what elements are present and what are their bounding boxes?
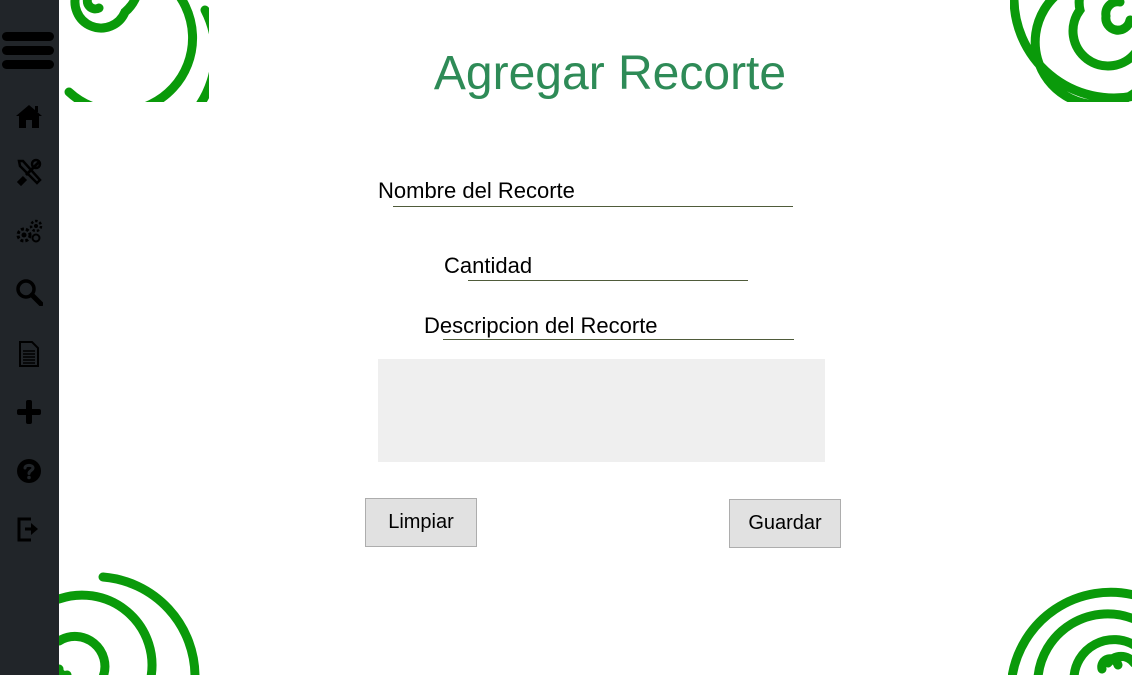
sidebar-item-tools[interactable] — [12, 155, 46, 189]
spiral-decoration-bottom-left — [59, 572, 200, 675]
help-icon — [17, 459, 41, 483]
spiral-decoration-top-left — [64, 0, 209, 102]
home-icon — [16, 105, 42, 128]
logout-icon — [17, 517, 38, 542]
nombre-input[interactable] — [393, 180, 793, 207]
limpiar-button[interactable]: Limpiar — [365, 498, 477, 547]
tools-icon — [16, 158, 42, 186]
sidebar-item-logout[interactable] — [12, 512, 46, 546]
hamburger-menu-icon[interactable] — [2, 30, 54, 72]
gears-icon — [16, 219, 43, 243]
sidebar-item-home[interactable] — [12, 99, 46, 133]
sidebar-item-settings[interactable] — [12, 214, 46, 248]
spiral-decoration-bottom-right — [1008, 587, 1132, 675]
app-window: Agregar Recorte Nombre del Recorte Canti… — [0, 0, 1132, 675]
cantidad-input[interactable] — [468, 254, 748, 281]
sidebar-item-search[interactable] — [12, 275, 46, 309]
descripcion-textarea[interactable] — [378, 359, 825, 462]
sidebar-item-document[interactable] — [12, 337, 46, 371]
document-icon — [19, 341, 39, 367]
guardar-button[interactable]: Guardar — [729, 499, 841, 548]
sidebar — [0, 0, 59, 675]
descripcion-input[interactable] — [443, 313, 794, 340]
sidebar-item-add[interactable] — [12, 395, 46, 429]
search-icon — [16, 279, 43, 306]
sidebar-item-help[interactable] — [12, 454, 46, 488]
plus-icon — [17, 400, 41, 424]
page-title: Agregar Recorte — [433, 47, 787, 100]
spiral-decoration-top-right — [1010, 0, 1132, 102]
